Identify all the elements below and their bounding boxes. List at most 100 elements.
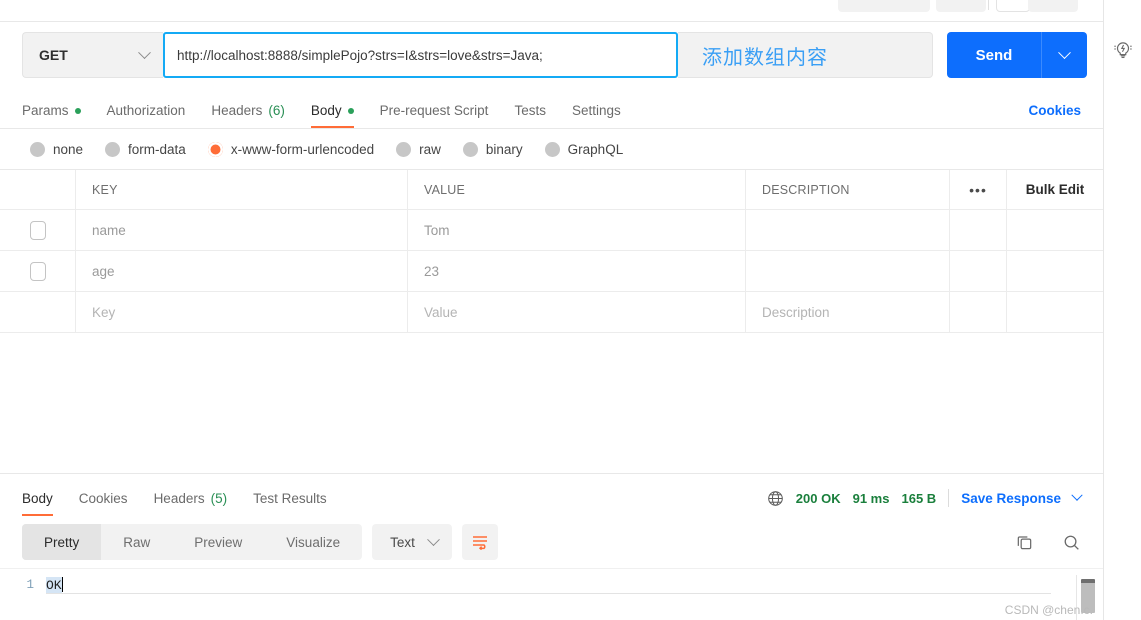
radio-circle-icon [105,142,121,157]
response-tab-cookies[interactable]: Cookies [79,491,128,516]
radio-none[interactable]: none [30,142,83,157]
search-button[interactable] [1062,533,1081,552]
tab-pre-request-script[interactable]: Pre-request Script [380,103,489,128]
line-underline [46,593,1051,594]
header-cell-value: VALUE [408,170,746,209]
lightbulb-button[interactable] [1112,38,1134,65]
row-value-cell[interactable]: Tom [408,210,746,250]
response-format-label: Text [390,534,415,550]
row-checkbox-cell [0,251,76,291]
globe-icon [767,490,783,506]
params-table: KEY VALUE DESCRIPTION ••• Bulk Edit name… [0,169,1103,333]
tab-body-label: Body [310,103,342,118]
tab-settings[interactable]: Settings [572,103,621,128]
save-response-button[interactable]: Save Response [961,491,1061,506]
response-body-text: OK [46,577,62,594]
row-spacer-bulk [1007,251,1103,291]
partial-toolbar-chip-save[interactable] [838,0,930,12]
response-tab-headers[interactable]: Headers (5) [154,491,228,516]
row-spacer-dots [950,210,1007,250]
row-key-value: name [92,222,126,238]
radio-none-label: none [53,142,84,157]
header-cell-key: KEY [76,170,408,209]
send-options-button[interactable] [1041,32,1087,78]
tab-headers[interactable]: Headers (6) [211,103,285,128]
row-checkbox-cell [0,292,76,332]
response-view-segmented-control: Pretty Raw Preview Visualize [22,524,363,560]
send-button[interactable]: Send [947,32,1041,78]
new-row-value-placeholder: Value [424,304,458,320]
partial-toolbar-chip-c[interactable] [996,0,1030,12]
radio-form-data[interactable]: form-data [105,142,186,157]
row-spacer-dots [950,251,1007,291]
text-cursor [61,577,64,592]
word-wrap-button[interactable] [461,524,498,560]
tab-authorization[interactable]: Authorization [107,103,186,128]
response-tab-test-results-label: Test Results [253,491,327,506]
table-more-options-button[interactable]: ••• [950,170,1007,209]
row-spacer-bulk [1007,210,1103,250]
header-cell-description: DESCRIPTION [746,170,950,209]
row-checkbox[interactable] [29,220,46,240]
tab-tests-label: Tests [514,103,546,118]
row-description-cell[interactable] [746,251,950,291]
new-row-key-placeholder: Key [92,304,116,320]
bulk-edit-button[interactable]: Bulk Edit [1007,170,1103,209]
radio-x-www-form-urlencoded[interactable]: x-www-form-urlencoded [207,142,374,157]
response-body-editor[interactable]: 1 OK [0,568,1103,620]
request-body-empty-space [0,333,1103,474]
response-tab-body[interactable]: Body [22,491,53,516]
table-row: name Tom [0,210,1103,251]
radio-graphql[interactable]: GraphQL [544,142,624,157]
radio-binary[interactable]: binary [462,142,523,157]
radio-circle-icon [462,142,478,157]
row-key-cell[interactable]: name [76,210,408,250]
response-toolbar: Pretty Raw Preview Visualize Text [0,516,1103,568]
row-checkbox[interactable] [29,261,46,281]
response-format-select[interactable]: Text [372,524,452,560]
cut-off-top-strip [0,0,1103,22]
tab-authorization-label: Authorization [106,103,186,118]
url-input-value: http://localhost:8888/simplePojo?strs=I&… [177,47,543,63]
radio-graphql-label: GraphQL [567,142,624,157]
view-preview-button[interactable]: Preview [172,524,264,560]
new-row-value-cell[interactable]: Value [408,292,746,332]
copy-button[interactable] [1015,533,1034,552]
url-input[interactable]: http://localhost:8888/simplePojo?strs=I&… [163,32,678,78]
view-pretty-button[interactable]: Pretty [22,524,102,560]
header-cell-check [0,170,76,209]
postman-window: GET http://localhost:8888/simplePojo?str… [0,0,1141,620]
row-checkbox-cell [0,210,76,250]
response-body-line[interactable]: OK [46,575,1103,620]
row-description-cell[interactable] [746,210,950,250]
watermark: CSDN @chen.c. [1004,603,1093,617]
partial-toolbar-chip-d[interactable] [1028,0,1078,12]
view-raw-button[interactable]: Raw [101,524,172,560]
body-type-radio-group: none form-data x-www-form-urlencoded raw… [0,129,1103,169]
tab-settings-label: Settings [571,103,621,118]
radio-circle-icon [30,142,45,157]
tab-headers-label: Headers [211,103,263,118]
response-tab-test-results[interactable]: Test Results [253,491,327,516]
bulk-edit-label: Bulk Edit [1025,182,1085,197]
right-sidebar [1104,0,1141,620]
chevron-down-icon[interactable] [1071,489,1083,501]
radio-circle-icon [544,142,560,157]
view-visualize-button[interactable]: Visualize [264,524,362,560]
row-value-cell[interactable]: 23 [408,251,746,291]
radio-raw[interactable]: raw [396,142,441,157]
row-key-value: age [92,263,115,279]
partial-toolbar-chip-b[interactable] [936,0,986,12]
radio-raw-label: raw [419,142,441,157]
row-key-cell[interactable]: age [76,251,408,291]
new-row-key-cell[interactable]: Key [76,292,408,332]
radio-binary-label: binary [485,142,523,157]
new-row-description-cell[interactable]: Description [746,292,950,332]
tab-tests[interactable]: Tests [514,103,546,128]
word-wrap-icon [472,536,487,550]
tab-params[interactable]: Params [22,103,81,128]
tab-body[interactable]: Body [310,103,354,128]
http-method-select[interactable]: GET [22,32,163,78]
cookies-link[interactable]: Cookies [1028,103,1081,118]
tab-params-label: Params [22,103,69,118]
